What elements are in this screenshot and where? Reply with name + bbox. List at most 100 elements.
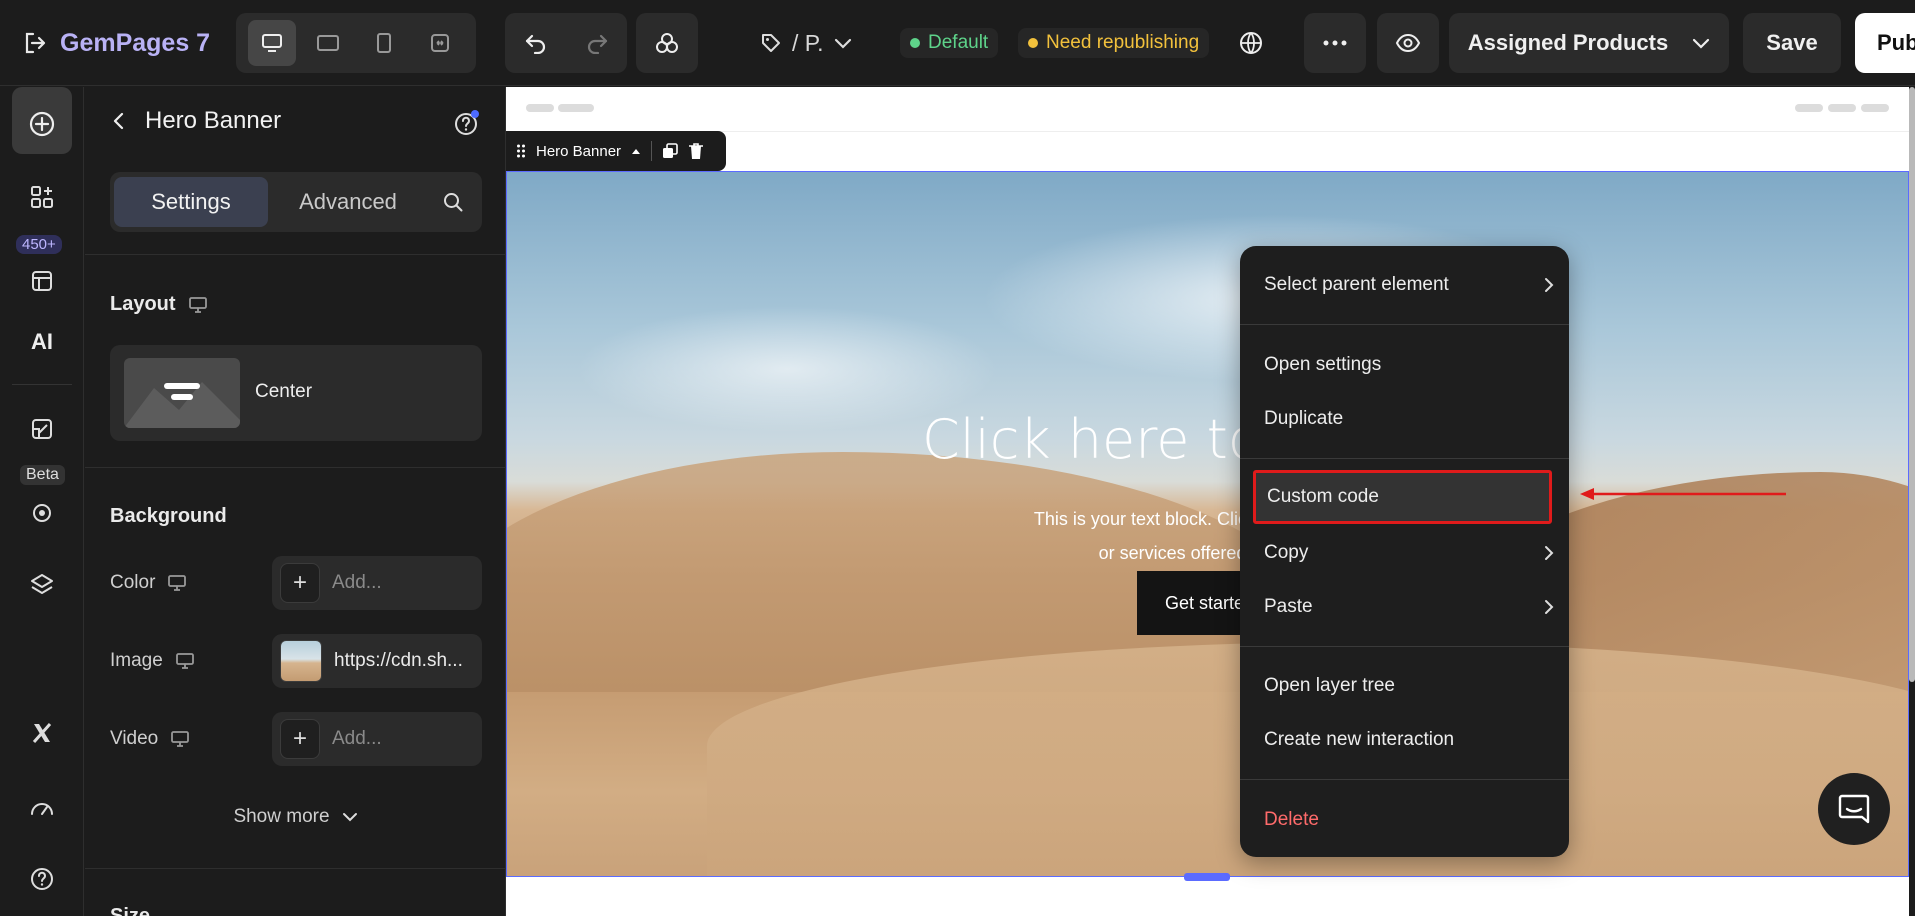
- status-dot: [910, 38, 920, 48]
- chevron-right-icon: [1545, 546, 1554, 560]
- brand[interactable]: GemPages 7: [24, 24, 210, 62]
- editor-canvas[interactable]: Hero Banner Click here to e This is your…: [506, 87, 1909, 916]
- search-icon: [444, 193, 463, 212]
- beta-tool-button[interactable]: [12, 472, 72, 532]
- eye-icon: [1395, 33, 1421, 53]
- layout-center-thumbnail: [124, 358, 240, 428]
- menu-item-label: Duplicate: [1264, 408, 1344, 429]
- left-rail-tools: 450+ AI Beta: [0, 87, 84, 916]
- desktop-icon: [168, 575, 187, 591]
- more-options-button[interactable]: [1304, 13, 1366, 73]
- help-circle-icon: [455, 110, 479, 135]
- selected-element-name: Hero Banner: [536, 142, 622, 160]
- panel-divider: [85, 467, 505, 468]
- video-row-label: Video: [110, 728, 190, 750]
- video-placeholder: Add...: [332, 728, 382, 749]
- hero-banner[interactable]: Click here to e This is your text block.…: [506, 171, 1909, 877]
- undo-icon: [525, 34, 545, 54]
- menu-item-copy[interactable]: Copy: [1264, 533, 1554, 573]
- ai-label: AI: [31, 329, 53, 354]
- plus-circle-icon: [29, 111, 55, 137]
- resize-handle[interactable]: [1184, 873, 1230, 881]
- caret-up-icon: [632, 149, 641, 154]
- shapes-icon: [656, 33, 678, 53]
- header-placeholder: [558, 104, 594, 112]
- show-more-button[interactable]: Show more: [85, 806, 505, 828]
- desktop-icon: [188, 296, 207, 313]
- save-button[interactable]: Save: [1743, 13, 1841, 73]
- tab-settings[interactable]: Settings: [114, 177, 268, 227]
- fit-view-button[interactable]: [416, 20, 464, 66]
- language-button[interactable]: [1232, 24, 1270, 62]
- menu-item-label: Select parent element: [1264, 274, 1449, 295]
- mobile-view-button[interactable]: [360, 20, 408, 66]
- tablet-view-button[interactable]: [304, 20, 352, 66]
- context-menu: Select parent element Open settings Dupl…: [1240, 246, 1569, 857]
- canvas-scrollbar[interactable]: [1909, 87, 1915, 682]
- video-picker[interactable]: + Add...: [272, 712, 482, 766]
- back-button[interactable]: [107, 109, 131, 133]
- layout-section-title: Layout: [110, 293, 208, 316]
- menu-item-custom-code[interactable]: Custom code: [1253, 470, 1552, 524]
- assigned-products-label: Assigned Products: [1467, 30, 1669, 55]
- annotation-arrow-icon: [1580, 488, 1786, 500]
- page-selector[interactable]: / P.: [760, 24, 852, 62]
- target-gear-icon: [33, 504, 51, 522]
- header-placeholder: [526, 104, 554, 112]
- publish-button[interactable]: Publish: [1855, 13, 1915, 73]
- help-button[interactable]: [12, 849, 72, 909]
- layers-button[interactable]: [12, 555, 72, 615]
- menu-item-open-layer-tree[interactable]: Open layer tree: [1264, 666, 1554, 706]
- gauge-icon: [31, 803, 53, 815]
- duplicate-icon[interactable]: [662, 143, 678, 159]
- sections-button[interactable]: [12, 167, 72, 227]
- layers-icon: [31, 574, 53, 594]
- menu-divider: [1240, 458, 1569, 459]
- page-settings-button[interactable]: [12, 399, 72, 459]
- tab-advanced[interactable]: Advanced: [268, 177, 428, 227]
- panel-search-button[interactable]: [428, 177, 478, 227]
- plus-icon: +: [280, 563, 320, 603]
- menu-item-create-interaction[interactable]: Create new interaction: [1264, 720, 1554, 760]
- size-section-title: Size: [110, 905, 151, 916]
- menu-item-select-parent[interactable]: Select parent element: [1264, 265, 1554, 305]
- menu-item-duplicate[interactable]: Duplicate: [1264, 399, 1554, 439]
- templates-button[interactable]: [12, 242, 72, 302]
- trash-icon[interactable]: [688, 142, 704, 160]
- rail-divider: [12, 384, 72, 385]
- preview-button[interactable]: [1377, 13, 1439, 73]
- gempages-editor: GemPages 7 / P. Default Need republishin…: [0, 0, 1915, 916]
- layout-option[interactable]: Center: [110, 345, 482, 441]
- assigned-products-dropdown[interactable]: Assigned Products: [1449, 13, 1729, 73]
- panel-header: Hero Banner: [85, 87, 505, 151]
- selected-element-toolbar[interactable]: Hero Banner: [506, 131, 726, 171]
- brand-name: GemPages 7: [60, 28, 211, 57]
- variables-button[interactable]: [12, 703, 72, 763]
- image-picker[interactable]: https://cdn.sh...: [272, 634, 482, 688]
- undo-button[interactable]: [511, 20, 561, 66]
- page-speed-button[interactable]: [12, 777, 72, 837]
- redo-button[interactable]: [572, 20, 622, 66]
- panel-tabs: Settings Advanced: [110, 172, 482, 232]
- desktop-view-button[interactable]: [248, 20, 296, 66]
- tag-icon: [762, 34, 780, 52]
- menu-item-paste[interactable]: Paste: [1264, 587, 1554, 627]
- settings-panel: Hero Banner Settings Advanced Layout Cen…: [85, 87, 506, 916]
- menu-item-open-settings[interactable]: Open settings: [1264, 345, 1554, 385]
- support-chat-button[interactable]: [1818, 773, 1890, 845]
- fit-screen-icon: [431, 34, 449, 52]
- color-picker[interactable]: + Add...: [272, 556, 482, 610]
- theme-styles-button[interactable]: [636, 13, 698, 73]
- menu-item-delete[interactable]: Delete: [1264, 800, 1554, 840]
- layout-center-icon: [124, 382, 240, 428]
- desktop-icon: [171, 731, 190, 747]
- menu-item-label: Create new interaction: [1264, 729, 1455, 750]
- add-element-button[interactable]: [12, 94, 72, 154]
- background-section-title: Background: [110, 505, 227, 527]
- status-republish-label: Need republishing: [1046, 32, 1200, 53]
- panel-help-button[interactable]: [453, 109, 481, 137]
- chat-icon: [1838, 794, 1870, 824]
- ai-button[interactable]: AI: [12, 312, 72, 372]
- page-selector-label: / P.: [792, 29, 824, 56]
- color-label: Color: [110, 572, 156, 593]
